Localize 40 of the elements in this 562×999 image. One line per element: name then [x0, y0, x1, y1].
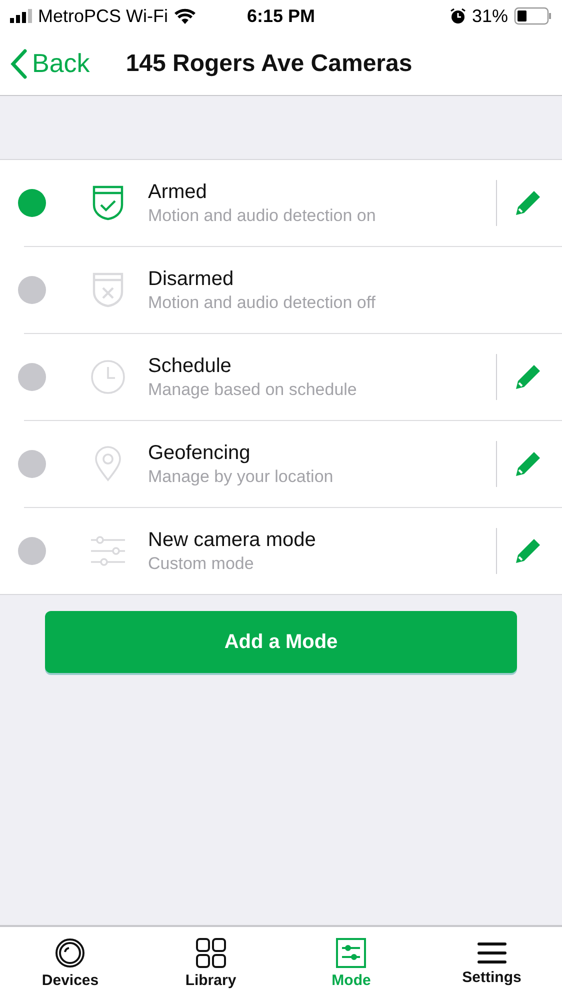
tab-bar-item[interactable]: Settings	[422, 927, 562, 999]
mode-description: Motion and audio detection off	[148, 292, 376, 312]
carrier-name: MetroPCS Wi-Fi	[38, 6, 168, 26]
camera-lens-icon	[55, 938, 86, 968]
pencil-icon	[514, 451, 540, 477]
sliders-icon	[90, 535, 126, 567]
shield-x-icon	[92, 272, 124, 308]
radio-button[interactable]	[18, 450, 46, 478]
pencil-icon	[514, 364, 540, 390]
radio-button[interactable]	[18, 276, 46, 304]
radio-button[interactable]	[18, 537, 46, 565]
shield-check-icon	[92, 185, 124, 221]
mode-description: Manage based on schedule	[148, 380, 358, 400]
radio-button[interactable]	[18, 363, 46, 391]
alarm-icon	[450, 8, 466, 24]
grid-icon	[196, 938, 226, 968]
mode-description: Manage by your location	[148, 466, 334, 486]
mode-description: Custom mode	[148, 554, 255, 574]
radio-button[interactable]	[18, 189, 46, 217]
mode-description: Motion and audio detection on	[148, 206, 377, 226]
sliders-icon	[336, 938, 366, 968]
mode-name: Armed	[148, 180, 208, 204]
clock-time: 6:15 PM	[246, 6, 316, 26]
chevron-left-icon	[10, 48, 28, 78]
battery-icon	[514, 7, 552, 25]
clock-icon	[90, 359, 126, 395]
tab-bar-item[interactable]: Devices	[0, 927, 140, 999]
wifi-icon	[174, 8, 196, 24]
pencil-icon	[514, 190, 540, 216]
mode-name: Disarmed	[148, 268, 235, 290]
location-pin-icon	[94, 446, 122, 482]
menu-icon	[476, 940, 507, 964]
mode-name: New camera mode	[148, 528, 317, 552]
mode-name: Schedule	[148, 354, 232, 378]
battery-percent: 31%	[472, 6, 508, 26]
signal-icon	[10, 9, 32, 23]
mode-name: Geofencing	[148, 442, 252, 464]
screen-title: 145 Rogers Ave Cameras	[126, 50, 412, 78]
tab-bar-item[interactable]: Library	[140, 927, 281, 999]
pencil-icon	[514, 538, 540, 564]
